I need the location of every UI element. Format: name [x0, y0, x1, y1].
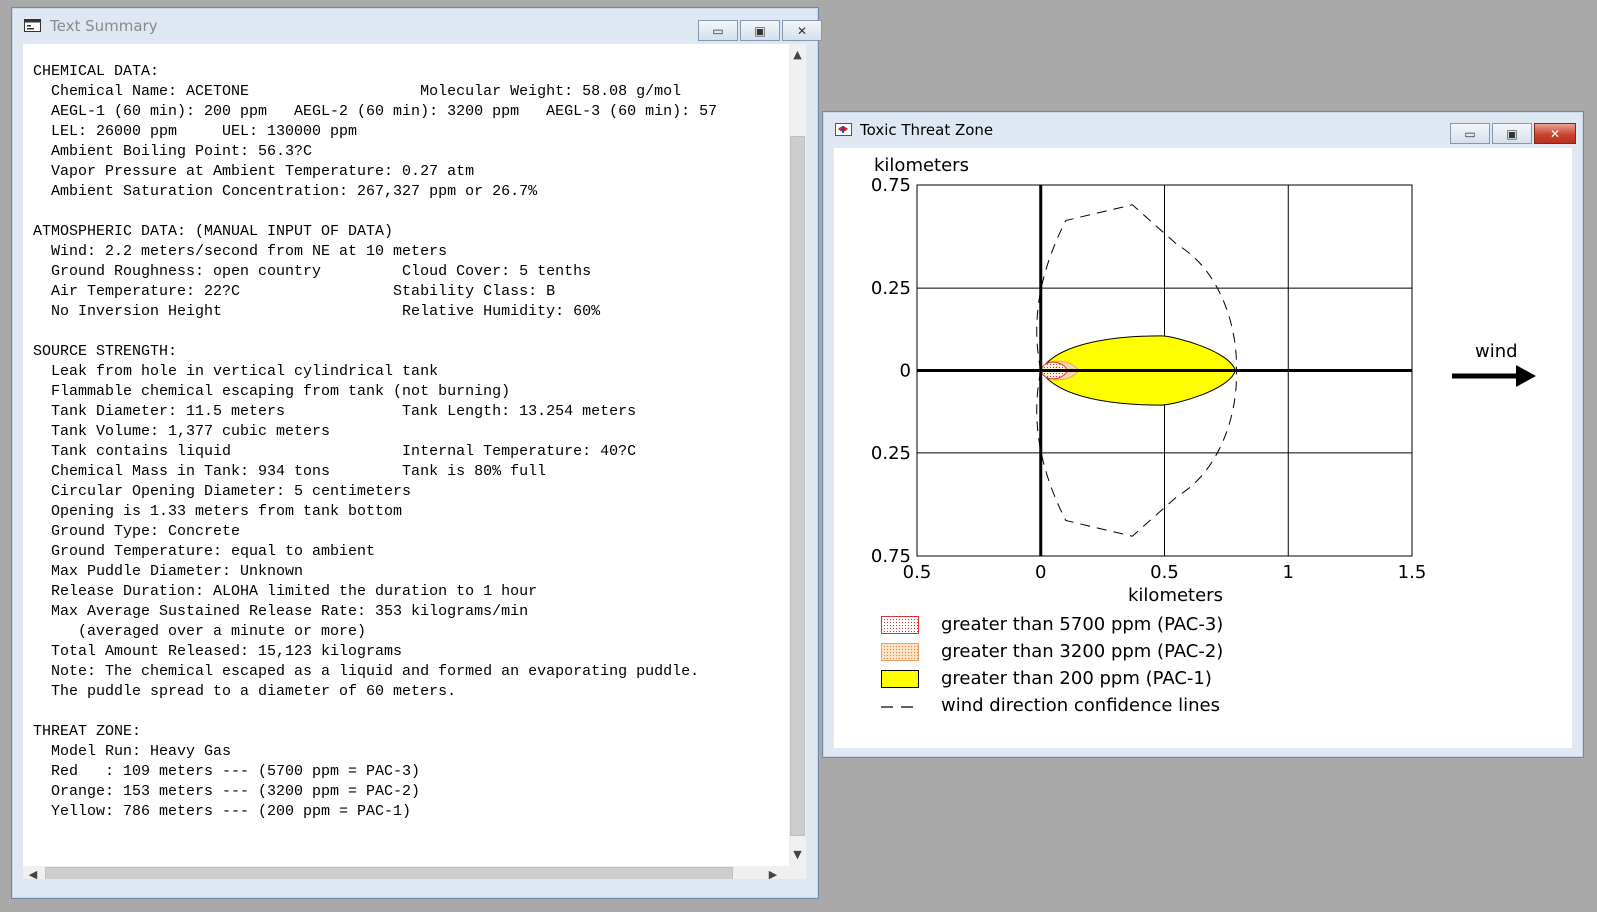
wind-arrow-icon [1452, 365, 1536, 387]
threat-zone-window: Toxic Threat Zone ▭ ▣ ✕ kilometers 0.5 0 0… [822, 111, 1584, 758]
legend-label-pac1: greater than 200 ppm (PAC-1) [941, 668, 1212, 689]
minimize-icon: ▭ [712, 23, 724, 38]
x-tick-label: 0.5 [1150, 562, 1179, 583]
close-button[interactable]: ✕ [1534, 123, 1576, 144]
y-tick-label: 0.75 [871, 175, 911, 196]
close-icon: ✕ [1549, 126, 1561, 141]
horizontal-scrollbar[interactable]: ◀ ▶ [23, 866, 806, 879]
y-tick-label: 0 [900, 361, 911, 382]
minimize-button[interactable]: ▭ [698, 20, 738, 41]
text-window-icon [24, 19, 41, 32]
x-tick-label: 1 [1283, 562, 1294, 583]
text-summary-window: Text Summary ▭ ▣ ✕ CHEMICAL DATA: Chemic… [11, 7, 822, 899]
legend-swatch-pac1 [881, 670, 919, 688]
maximize-button[interactable]: ▣ [740, 20, 780, 41]
horizontal-scroll-thumb[interactable] [45, 867, 733, 879]
legend-label-pac2: greater than 3200 ppm (PAC-2) [941, 641, 1224, 662]
legend: greater than 5700 ppm (PAC-3) greater th… [881, 614, 1301, 729]
maximize-icon: ▣ [1506, 126, 1518, 141]
close-icon: ✕ [796, 23, 808, 38]
x-tick-label: 1.5 [1398, 562, 1427, 583]
y-tick-label: 0.25 [871, 443, 911, 464]
maximize-button[interactable]: ▣ [1492, 123, 1532, 144]
vertical-scroll-thumb[interactable] [790, 136, 805, 836]
text-summary-titlebar[interactable]: Text Summary ▭ ▣ ✕ [12, 8, 822, 44]
wind-label: wind [1475, 341, 1518, 362]
window-title: Text Summary [50, 17, 158, 35]
y-tick-label: 0.25 [871, 278, 911, 299]
summary-text: CHEMICAL DATA: Chemical Name: ACETONE Mo… [33, 63, 718, 820]
legend-swatch-pac3 [881, 616, 919, 634]
threat-window-icon [835, 123, 852, 136]
minimize-button[interactable]: ▭ [1450, 123, 1490, 144]
scroll-down-icon[interactable]: ▼ [789, 844, 806, 864]
minimize-icon: ▭ [1464, 126, 1476, 141]
x-tick-label: 0 [1035, 562, 1046, 583]
window-title: Toxic Threat Zone [860, 121, 994, 139]
threat-zone-content: kilometers 0.5 0 0.5 1 1.5 0.75 0.25 0 0.25 0.75 … [834, 148, 1572, 748]
vertical-scrollbar[interactable]: ▲ ▼ [789, 44, 806, 866]
legend-swatch-pac2 [881, 643, 919, 661]
scroll-left-icon[interactable]: ◀ [23, 866, 43, 879]
text-summary-content[interactable]: CHEMICAL DATA: Chemical Name: ACETONE Mo… [23, 44, 806, 879]
y-tick-label: 0.75 [871, 546, 911, 567]
threat-zone-titlebar[interactable]: Toxic Threat Zone ▭ ▣ ✕ [823, 112, 1583, 148]
scroll-up-icon[interactable]: ▲ [789, 44, 806, 64]
legend-label-pac3: greater than 5700 ppm (PAC-3) [941, 614, 1224, 635]
close-button[interactable]: ✕ [782, 20, 822, 41]
legend-label-confidence: wind direction confidence lines [941, 695, 1220, 716]
legend-swatch-confidence [881, 706, 919, 708]
maximize-icon: ▣ [754, 23, 766, 38]
x-axis-label: kilometers [1128, 585, 1223, 606]
scroll-right-icon[interactable]: ▶ [763, 866, 783, 879]
